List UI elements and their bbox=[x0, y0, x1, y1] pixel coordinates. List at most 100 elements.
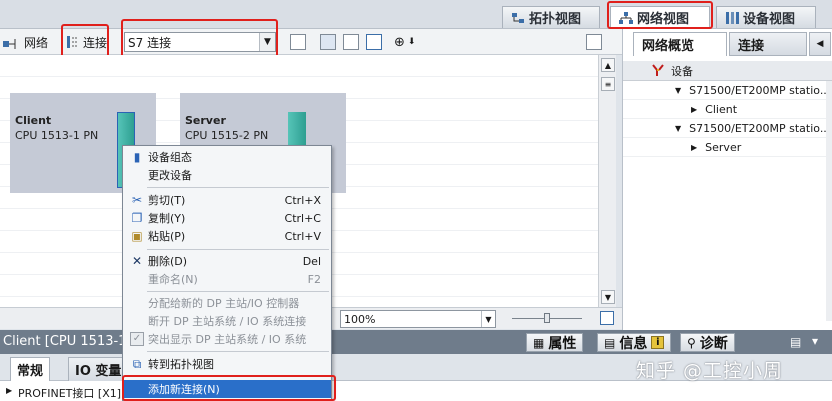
rename-tool-icon[interactable] bbox=[290, 34, 306, 50]
connection-type-select[interactable]: S7 连接 ▼ bbox=[124, 32, 276, 52]
checkbox-icon: ✓ bbox=[130, 332, 144, 346]
menu-item-cut[interactable]: ✂ 剪切(T) Ctrl+X bbox=[123, 191, 331, 209]
tab-network-label: 网络视图 bbox=[637, 12, 690, 27]
chevron-down-icon[interactable]: ▼ bbox=[259, 33, 275, 51]
menu-divider bbox=[147, 375, 329, 376]
zoom-slider-thumb[interactable] bbox=[544, 313, 550, 323]
tab-diagnostics[interactable]: ⚲ 诊断 bbox=[680, 333, 735, 352]
info-icon: i bbox=[651, 336, 665, 349]
expand-down-icon[interactable]: ▼ bbox=[675, 124, 681, 133]
menu-item-label: 复制(Y) bbox=[148, 212, 186, 225]
menu-item-change-device[interactable]: 更改设备 bbox=[123, 166, 331, 184]
scroll-grip-icon[interactable]: ≡ bbox=[601, 77, 615, 91]
tab-io-tags-label: IO 变量 bbox=[75, 364, 122, 379]
scroll-down-icon[interactable]: ▼ bbox=[601, 290, 615, 304]
network-overview-panel: 网络概览 连接 ◀ 设备 ▼ S71500/ET200MP statio... … bbox=[622, 29, 832, 330]
menu-item-assign-master[interactable]: 分配给新的 DP 主站/IO 控制器 bbox=[123, 294, 331, 312]
list-item-label: S71500/ET200MP statio... bbox=[689, 83, 831, 97]
tab-properties[interactable]: ▦ 属性 bbox=[526, 333, 584, 352]
list-item-label: Client bbox=[705, 102, 738, 116]
list-item[interactable]: ▼ S71500/ET200MP statio... bbox=[623, 119, 832, 138]
device-icon bbox=[725, 11, 739, 24]
tab-connections-label: 连接 bbox=[738, 38, 765, 54]
tab-network-overview[interactable]: 网络概览 bbox=[633, 32, 727, 56]
list-item-label: S71500/ET200MP statio... bbox=[689, 121, 831, 135]
tab-diagnostics-label: 诊断 bbox=[699, 335, 728, 352]
expand-right-icon[interactable]: ▶ bbox=[691, 143, 697, 152]
overview-header-label: 设备 bbox=[671, 64, 693, 78]
menu-item-add-connection[interactable]: 添加新连接(N) bbox=[123, 380, 331, 398]
panel-menu-icon[interactable]: ▤ bbox=[790, 335, 801, 349]
list-item[interactable]: ▶ Client bbox=[623, 100, 832, 119]
properties-icon: ▦ bbox=[533, 335, 545, 350]
topology-icon: ⧉ bbox=[132, 357, 142, 371]
tab-properties-label: 属性 bbox=[548, 335, 577, 352]
network-button[interactable]: 网络 bbox=[3, 33, 48, 51]
fit-view-icon[interactable] bbox=[600, 311, 614, 325]
menu-item-rename[interactable]: 重命名(N) F2 bbox=[123, 270, 331, 288]
menu-item-paste[interactable]: ▣ 粘贴(P) Ctrl+V bbox=[123, 227, 331, 245]
info-tab-icon: ▤ bbox=[604, 335, 616, 350]
connections-button[interactable]: 连接 bbox=[66, 33, 107, 51]
menu-item-delete[interactable]: ✕ 删除(D) Del bbox=[123, 252, 331, 270]
menu-item-label: 剪切(T) bbox=[148, 194, 186, 207]
tab-scroll-left-icon[interactable]: ◀ bbox=[809, 32, 831, 56]
menu-divider bbox=[147, 187, 329, 188]
property-row-label: PROFINET接口 [X1] bbox=[18, 387, 122, 400]
menu-item-shortcut: F2 bbox=[307, 272, 321, 286]
expand-down-icon[interactable]: ▼ bbox=[675, 86, 681, 95]
watermark-text: 知乎 @工控小周 bbox=[636, 360, 784, 382]
station-name: Server bbox=[185, 114, 226, 127]
menu-item-highlight-system[interactable]: ✓ 突出显示 DP 主站系统 / IO 系统 bbox=[123, 330, 331, 348]
menu-divider bbox=[147, 351, 329, 352]
tab-io-tags[interactable]: IO 变量 bbox=[68, 357, 128, 381]
network-toolbar: 网络 连接 S7 连接 ▼ ⊕ ⬇ bbox=[0, 29, 622, 55]
tab-device-label: 设备视图 bbox=[743, 12, 796, 27]
tab-device-view[interactable]: 设备视图 bbox=[716, 6, 816, 28]
expand-right-icon[interactable]: ▶ bbox=[6, 386, 12, 395]
menu-item-label: 添加新连接(N) bbox=[148, 383, 220, 396]
menu-item-shortcut: Ctrl+C bbox=[284, 211, 321, 225]
inspector-title: Client [CPU 1513-1 bbox=[3, 334, 127, 349]
menu-item-shortcut: Ctrl+V bbox=[284, 229, 321, 243]
zoom-slider[interactable] bbox=[512, 313, 582, 323]
station-cpu: CPU 1515-2 PN bbox=[185, 129, 269, 142]
zoom-in-icon[interactable]: ⊕ ⬇ bbox=[394, 33, 415, 51]
menu-item-device-config[interactable]: ▮ 设备组态 bbox=[123, 148, 331, 166]
menu-item-disconnect-system[interactable]: 断开 DP 主站系统 / IO 系统连接 bbox=[123, 312, 331, 330]
scroll-up-icon[interactable]: ▲ bbox=[601, 58, 615, 72]
tab-general[interactable]: 常规 bbox=[10, 357, 51, 381]
menu-item-shortcut: Ctrl+X bbox=[284, 193, 321, 207]
tab-connections[interactable]: 连接 bbox=[729, 32, 807, 56]
canvas-vertical-scrollbar[interactable]: ▲ ≡ ▼ bbox=[598, 55, 616, 307]
tab-info[interactable]: ▤ 信息 i bbox=[597, 333, 672, 352]
overview-toggle-icon[interactable] bbox=[586, 34, 602, 50]
view-tab-bar: 拓扑视图 网络视图 设备视图 bbox=[0, 0, 832, 29]
menu-item-label: 粘贴(P) bbox=[148, 230, 186, 243]
tab-network-view[interactable]: 网络视图 bbox=[610, 6, 710, 28]
layout-tool-icon[interactable] bbox=[320, 34, 336, 50]
device-config-icon: ▮ bbox=[133, 150, 141, 164]
menu-item-label: 设备组态 bbox=[148, 151, 192, 164]
network-label: 网络 bbox=[24, 35, 49, 50]
menu-divider bbox=[147, 291, 329, 292]
grid-tool-icon[interactable] bbox=[343, 34, 359, 50]
list-item[interactable]: ▼ S71500/ET200MP statio... bbox=[623, 81, 832, 100]
table-tool-icon[interactable] bbox=[366, 34, 382, 50]
connection-type-value: S7 连接 bbox=[128, 35, 172, 50]
tab-topology-view[interactable]: 拓扑视图 bbox=[502, 6, 600, 28]
tab-topology-label: 拓扑视图 bbox=[529, 12, 582, 27]
diagnostics-icon: ⚲ bbox=[687, 335, 696, 350]
expand-right-icon[interactable]: ▶ bbox=[691, 105, 697, 114]
panel-collapse-icon[interactable]: ▾ bbox=[812, 334, 818, 348]
paste-icon: ▣ bbox=[131, 229, 143, 243]
chevron-down-icon[interactable]: ▼ bbox=[481, 311, 495, 327]
connections-label: 连接 bbox=[83, 35, 108, 50]
menu-item-label: 转到拓扑视图 bbox=[148, 358, 214, 371]
list-item-label: Server bbox=[705, 140, 742, 154]
list-item[interactable]: ▶ Server bbox=[623, 138, 832, 157]
menu-item-goto-topology[interactable]: ⧉ 转到拓扑视图 bbox=[123, 355, 331, 373]
overview-scrollbar[interactable] bbox=[826, 81, 832, 321]
zoom-select[interactable]: 100% ▼ bbox=[340, 310, 496, 328]
menu-item-copy[interactable]: ❐ 复制(Y) Ctrl+C bbox=[123, 209, 331, 227]
